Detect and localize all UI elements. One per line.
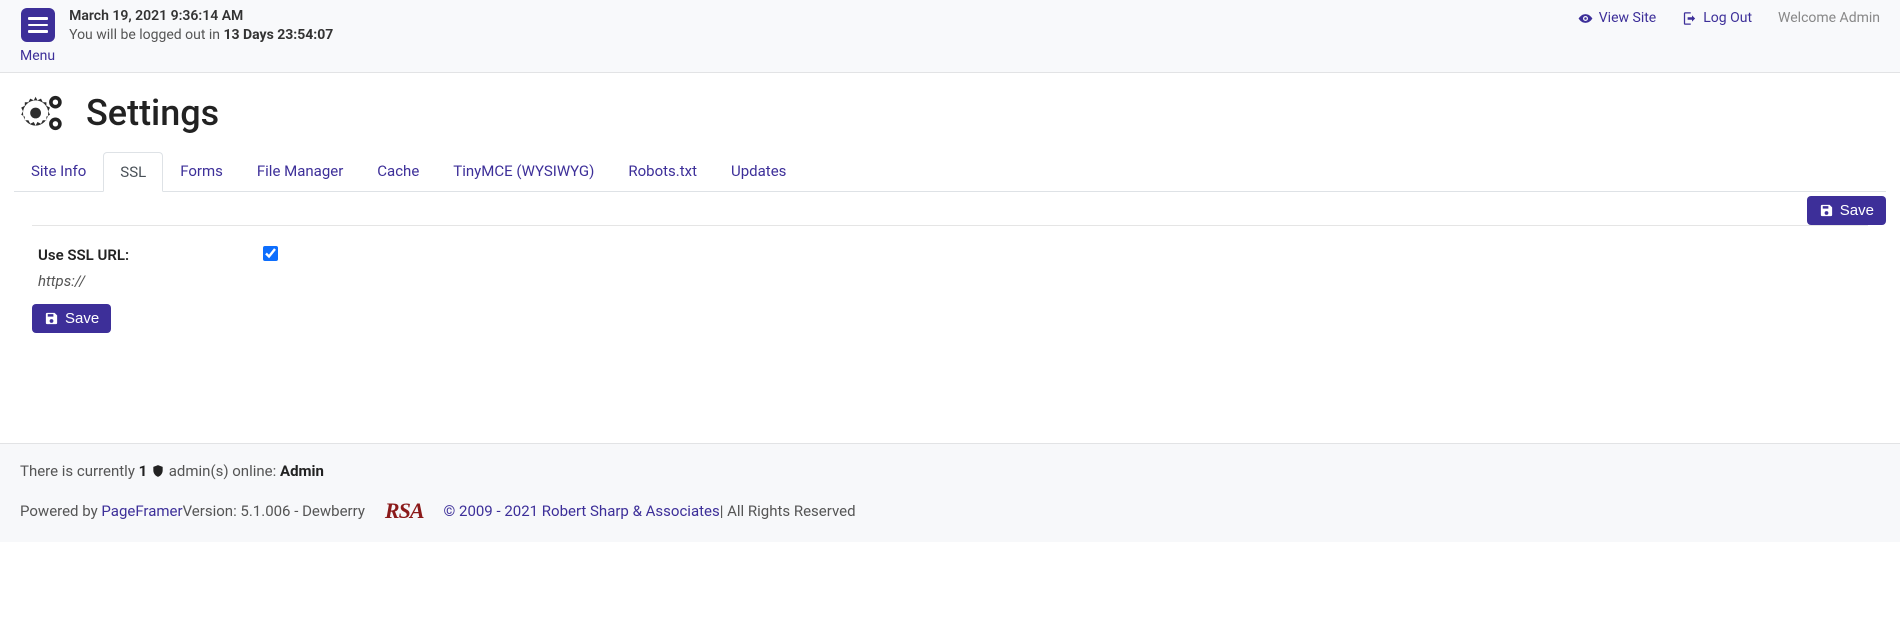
log-out-text: Log Out bbox=[1703, 10, 1752, 26]
top-save-row: Save bbox=[14, 196, 1886, 225]
tab-site-info[interactable]: Site Info bbox=[14, 151, 103, 191]
use-ssl-label: Use SSL URL: bbox=[38, 246, 263, 264]
ssl-panel: Use SSL URL: https:// bbox=[32, 225, 1868, 296]
view-site-text: View Site bbox=[1599, 10, 1656, 26]
pageframer-link[interactable]: PageFramer bbox=[101, 502, 182, 520]
tab-tinymce[interactable]: TinyMCE (WYSIWYG) bbox=[436, 151, 611, 191]
page-title: Settings bbox=[86, 92, 219, 134]
use-ssl-input-col bbox=[263, 246, 278, 265]
save-button-bottom[interactable]: Save bbox=[32, 304, 111, 333]
save-icon bbox=[44, 311, 59, 326]
save-button-bottom-label: Save bbox=[65, 310, 99, 327]
view-site-link[interactable]: View Site bbox=[1578, 10, 1656, 26]
eye-icon bbox=[1578, 11, 1593, 26]
shield-icon bbox=[151, 464, 165, 478]
online-prefix: There is currently bbox=[20, 462, 139, 480]
title-row: Settings bbox=[14, 91, 1886, 135]
logout-countdown: 13 Days 23:54:07 bbox=[223, 27, 333, 43]
tab-robots[interactable]: Robots.txt bbox=[611, 151, 714, 191]
sign-out-icon bbox=[1682, 11, 1697, 26]
online-name: Admin bbox=[280, 462, 324, 480]
menu-icon[interactable] bbox=[21, 8, 55, 42]
tab-updates[interactable]: Updates bbox=[714, 151, 803, 191]
powered-by-text: Powered by bbox=[20, 502, 98, 520]
online-count: 1 bbox=[139, 462, 148, 480]
tabs: Site Info SSL Forms File Manager Cache T… bbox=[14, 151, 1886, 192]
log-out-link[interactable]: Log Out bbox=[1682, 10, 1752, 26]
tab-file-manager[interactable]: File Manager bbox=[240, 151, 360, 191]
logout-prefix: You will be logged out in bbox=[69, 27, 223, 43]
footer-credits: Powered by PageFramer Version: 5.1.006 -… bbox=[20, 498, 1880, 524]
top-info: March 19, 2021 9:36:14 AM You will be lo… bbox=[69, 8, 333, 43]
rsa-logo: RSA bbox=[365, 498, 444, 524]
use-ssl-label-col: Use SSL URL: https:// bbox=[38, 246, 263, 290]
copyright-link[interactable]: © 2009 - 2021 Robert Sharp & Associates bbox=[444, 502, 720, 520]
use-ssl-row: Use SSL URL: https:// bbox=[32, 226, 1868, 296]
gears-icon bbox=[14, 91, 68, 135]
save-button-top-label: Save bbox=[1840, 202, 1874, 219]
use-ssl-sublabel: https:// bbox=[38, 272, 263, 290]
rights-text: | All Rights Reserved bbox=[720, 502, 856, 520]
datetime-text: March 19, 2021 9:36:14 AM bbox=[69, 8, 333, 24]
logout-message: You will be logged out in 13 Days 23:54:… bbox=[69, 27, 333, 43]
tab-forms[interactable]: Forms bbox=[163, 151, 240, 191]
page-content: Settings Site Info SSL Forms File Manage… bbox=[0, 73, 1900, 353]
top-right-links: View Site Log Out Welcome Admin bbox=[1578, 8, 1880, 26]
admins-online: There is currently 1 admin(s) online: Ad… bbox=[20, 462, 1880, 480]
save-button-top[interactable]: Save bbox=[1807, 196, 1886, 225]
save-icon bbox=[1819, 203, 1834, 218]
topbar: Menu March 19, 2021 9:36:14 AM You will … bbox=[0, 0, 1900, 73]
menu-label[interactable]: Menu bbox=[20, 48, 55, 64]
tab-cache[interactable]: Cache bbox=[360, 151, 436, 191]
tab-ssl[interactable]: SSL bbox=[103, 152, 163, 192]
online-mid: admin(s) online: bbox=[169, 462, 280, 480]
welcome-text: Welcome Admin bbox=[1778, 10, 1880, 26]
use-ssl-checkbox[interactable] bbox=[263, 246, 278, 261]
version-text: Version: 5.1.006 - Dewberry bbox=[183, 502, 365, 520]
footer: There is currently 1 admin(s) online: Ad… bbox=[0, 443, 1900, 542]
bottom-save-row: Save bbox=[32, 304, 1886, 333]
menu-block: Menu bbox=[20, 8, 55, 64]
